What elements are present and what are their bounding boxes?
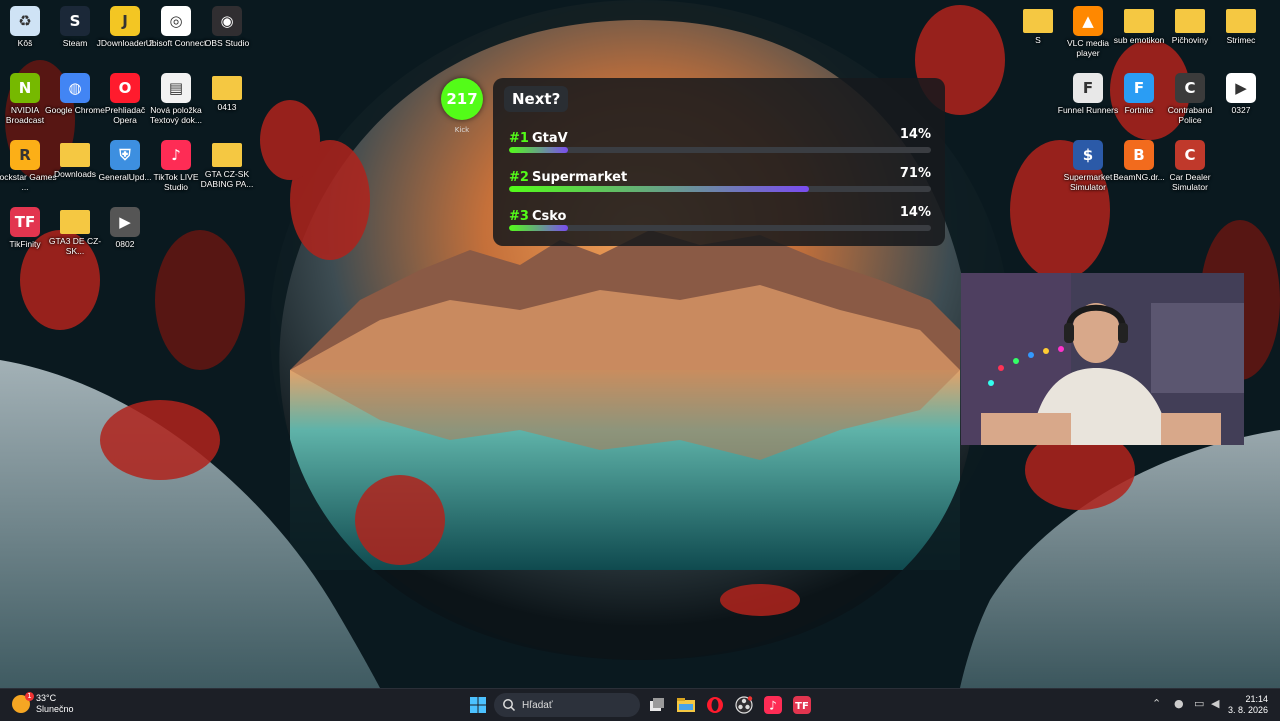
folder-icon [1175,9,1205,33]
shield-icon: ⛨ [110,140,140,170]
windows-start-button[interactable] [466,693,490,717]
search-placeholder: Hľadať [522,699,553,711]
desktop-shortcut-label: 0413 [217,102,237,112]
opera-taskbar-button[interactable] [703,693,727,717]
jdownloader-icon: J [110,6,140,36]
folder-icon [1023,9,1053,33]
recycle-bin-icon: ♻ [10,6,40,36]
poll-option-bar-fill [509,225,569,231]
notification-badge: 1 [25,692,34,701]
task-view-button[interactable] [645,693,669,717]
tiktok-taskbar-button[interactable]: ♪ [761,693,785,717]
folder-icon [1124,9,1154,33]
task-view-icon [650,698,664,711]
desktop-shortcut[interactable]: C Car Dealer Simulator [1158,134,1222,198]
contraband-police-icon: C [1175,73,1205,103]
poll-option: #3 Csko 14% [509,205,931,235]
video-file-icon: ▶ [1226,73,1256,103]
poll-option-name: Csko [531,209,567,224]
obs-icon: ◉ [212,6,242,36]
weather-sun-icon: 1 [12,692,34,713]
ubisoft-icon: ◎ [161,6,191,36]
poll-option-rank: #3 [509,209,529,224]
folder-icon [60,143,90,167]
weather-widget[interactable]: 1 33°C Slunečno [12,692,74,715]
windows-start-icon [470,697,486,713]
viewer-platform-label: Kick [454,126,470,134]
video-file-icon: ▶ [110,207,140,237]
taskbar-search[interactable]: Hľadať [494,693,640,717]
fortnite-icon: F [1124,73,1154,103]
poll-option-bar-track [509,186,931,192]
desktop-shortcut[interactable]: ◉ OBS Studio [195,0,259,64]
supermarket-simulator-icon: $ [1073,140,1103,170]
tikfinity-taskbar-button[interactable]: TF [790,693,814,717]
poll-option-percent: 71% [899,166,931,181]
viewer-count-badge: 217 [441,78,483,120]
desktop-shortcut[interactable]: GTA CZ-SK DABING PA... [195,134,259,198]
poll-question: Next? [504,86,569,112]
poll-option-bar-fill [509,186,809,192]
folder-icon [60,210,90,234]
svg-text:TF: TF [795,701,809,712]
vlc-icon: ▲ [1073,6,1103,36]
desktop-shortcut-label: Strimec [1226,35,1256,45]
poll-option-percent: 14% [899,205,931,220]
car-dealer-icon: C [1175,140,1205,170]
webcam-feed [961,273,1244,445]
desktop-shortcut[interactable]: 0413 [195,67,259,131]
poll-option: #2 Supermarket 71% [509,166,931,196]
desktop-shortcut-label: Car Dealer Simulator [1169,172,1211,192]
funnel-runners-icon: F [1073,73,1103,103]
poll-option-rank: #2 [509,170,529,185]
steam-icon: S [60,6,90,36]
rockstar-icon: R [10,140,40,170]
folder-icon [212,76,242,100]
nvidia-icon: N [10,73,40,103]
desktop-shortcut-label: 0802 [115,239,135,249]
search-icon [503,699,516,712]
poll-option: #1 GtaV 14% [509,127,931,157]
opera-icon: O [110,73,140,103]
svg-text:♪: ♪ [769,699,777,713]
poll-option-name: GtaV [531,131,568,146]
folder-icon [212,143,242,167]
poll-option-percent: 14% [899,127,931,142]
desktop-shortcut-label: OBS Studio [204,38,250,48]
tiktok-icon: ♪ [161,140,191,170]
poll-option-bar-track [509,225,931,231]
poll-option-bar-fill [509,147,569,153]
chrome-icon: ◍ [60,73,90,103]
beamng-icon: B [1124,140,1154,170]
file-explorer-icon [677,698,695,712]
clock-time: 21:14 [1245,694,1268,704]
poll-option-bar-track [509,147,931,153]
clock-date: 3. 8. 2026 [1227,705,1268,715]
webcam-person-image [961,273,1244,445]
chevron-up-icon[interactable]: ⌃ [1152,697,1161,710]
folder-icon [1226,9,1256,33]
desktop-shortcut[interactable]: ▶ 0327 [1209,67,1273,131]
poll-option-rank: #1 [509,131,529,146]
desktop-shortcut[interactable]: Strimec [1209,0,1273,64]
tikfinity-icon: TF [793,696,811,714]
volume-icon[interactable]: ◀ [1211,697,1219,710]
weather-temperature: 33°C [36,693,57,703]
file-explorer-button[interactable] [674,693,698,717]
desktop-shortcut-label: GTA CZ-SK DABING PA... [200,169,254,189]
obs-icon [735,696,753,714]
network-icon[interactable]: ▭ [1194,697,1204,710]
opera-icon [707,697,723,713]
desktop-shortcut[interactable]: ▶ 0802 [93,201,157,265]
tiktok-icon: ♪ [764,696,782,714]
desktop-shortcut-label: 0327 [1231,105,1251,115]
obs-taskbar-button[interactable] [732,693,756,717]
tikfinity-icon: TF [10,207,40,237]
taskbar-clock[interactable]: 21:14 3. 8. 2026 [1228,694,1268,716]
weather-description: Slunečno [36,704,74,714]
taskbar: 1 33°C Slunečno Hľadať ♪ TF ⌃ ● ▭ ◀ 21:1… [0,688,1280,721]
text-document-icon: ▤ [161,73,191,103]
poll-option-name: Supermarket [531,170,628,185]
microphone-icon[interactable]: ● [1174,697,1184,710]
